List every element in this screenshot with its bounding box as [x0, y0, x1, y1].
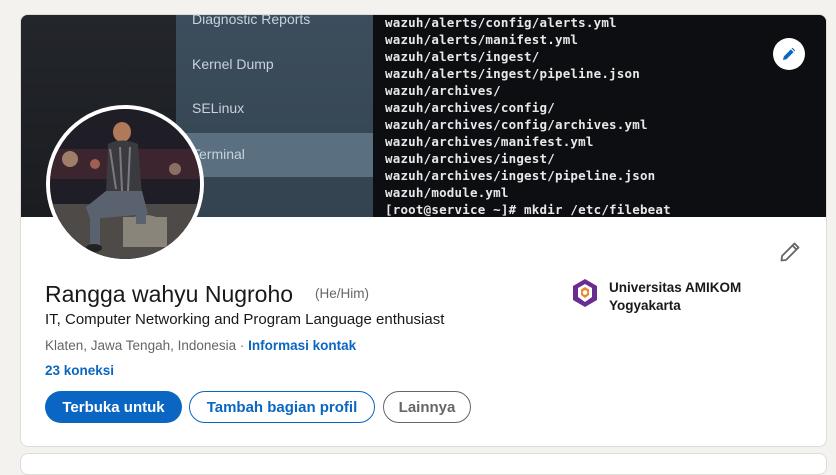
terminal-line: wazuh/archives/manifest.yml: [385, 134, 594, 149]
open-to-button[interactable]: Terbuka untuk: [45, 391, 182, 423]
location-row: Klaten, Jawa Tengah, Indonesia · Informa…: [45, 338, 356, 353]
banner-settings-menu: Diagnostic Reports Kernel Dump SELinux T…: [176, 15, 373, 217]
terminal-line: wazuh/module.yml: [385, 185, 509, 200]
education-name: Universitas AMIKOM Yogyakarta: [609, 280, 742, 313]
more-button[interactable]: Lainnya: [383, 391, 471, 423]
terminal-line: wazuh/alerts/manifest.yml: [385, 32, 579, 47]
edit-banner-button[interactable]: [773, 38, 805, 70]
banner-menu-item: Diagnostic Reports: [192, 15, 311, 27]
university-logo-icon: [573, 279, 597, 307]
edit-profile-button[interactable]: [775, 237, 805, 267]
terminal-line: wazuh/alerts/config/alerts.yml: [385, 15, 617, 30]
separator-dot: ·: [236, 338, 249, 353]
pencil-icon: [783, 47, 796, 60]
terminal-line: wazuh/archives/ingest/: [385, 151, 555, 166]
banner-menu-item: SELinux: [192, 100, 245, 116]
contact-info-link[interactable]: Informasi kontak: [248, 338, 356, 353]
avatar-image: [50, 109, 200, 259]
profile-card: Diagnostic Reports Kernel Dump SELinux T…: [20, 14, 827, 447]
profile-headline: IT, Computer Networking and Program Lang…: [45, 311, 445, 328]
profile-pronouns: (He/Him): [315, 286, 369, 301]
terminal-line: wazuh/archives/config/: [385, 100, 555, 115]
terminal-line: wazuh/alerts/ingest/pipeline.json: [385, 66, 640, 81]
terminal-line: wazuh/alerts/ingest/: [385, 49, 540, 64]
terminal-line: wazuh/archives/config/archives.yml: [385, 117, 648, 132]
terminal-line: wazuh/archives/: [385, 83, 501, 98]
profile-location: Klaten, Jawa Tengah, Indonesia: [45, 338, 237, 353]
banner-menu-item: Kernel Dump: [192, 56, 274, 72]
terminal-line: [root@service ~]# mkdir /etc/filebeat: [385, 202, 671, 217]
profile-photo[interactable]: [46, 105, 204, 263]
next-section-card: [20, 453, 827, 475]
terminal-line: wazuh/archives/ingest/pipeline.json: [385, 168, 656, 183]
banner-terminal: wazuh/alerts/config/alerts.yml wazuh/ale…: [373, 15, 826, 217]
profile-name: Rangga wahyu Nugroho: [45, 281, 294, 307]
add-profile-section-button[interactable]: Tambah bagian profil: [189, 391, 375, 423]
pencil-icon: [780, 242, 800, 262]
education-entry[interactable]: Universitas AMIKOM Yogyakarta: [569, 277, 769, 317]
avatar: [50, 109, 200, 259]
connections-link[interactable]: 23 koneksi: [45, 363, 114, 378]
